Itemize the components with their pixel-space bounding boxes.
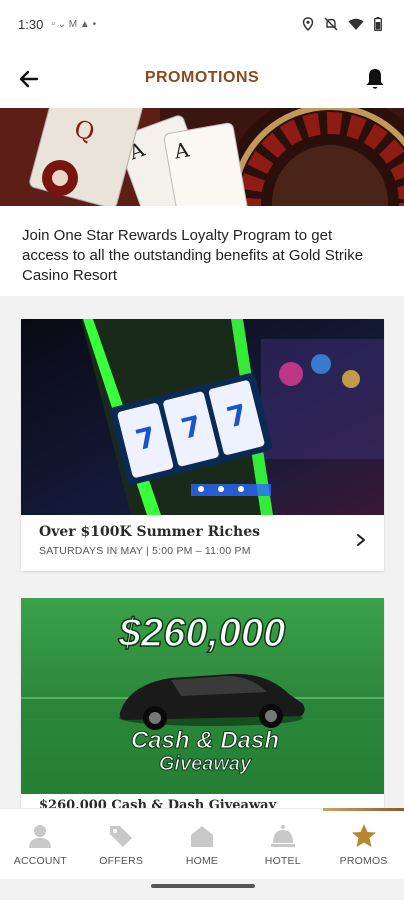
nav-label: PROMOS [339, 855, 388, 867]
nav-label: HOTEL [264, 855, 301, 867]
home-indicator[interactable] [151, 884, 255, 888]
car-giveaway-image: $260,000 Cash & Dash Giveaway [21, 598, 384, 794]
location-icon [302, 17, 314, 31]
image-prize-amount: $260,000 [118, 611, 286, 655]
back-arrow-icon [19, 70, 39, 88]
person-icon [29, 825, 52, 848]
back-button[interactable] [14, 64, 44, 94]
hero-banner-image: A A Q [0, 108, 404, 206]
promotion-title: Over $100K Summer Riches [39, 524, 261, 540]
star-icon [351, 824, 376, 847]
mute-icon [324, 17, 338, 31]
wifi-icon [348, 18, 364, 30]
nav-promos[interactable]: PROMOS [323, 808, 404, 879]
status-bar: 1:30 ▫ ⌄ M ▲ • [0, 0, 404, 48]
nav-label: HOME [185, 855, 219, 867]
bottom-navigation: ACCOUNT OFFERS HOME HOTEL PROMOS [0, 808, 404, 879]
loyalty-intro-text: Join One Star Rewards Loyalty Program to… [0, 206, 404, 296]
casino-cards-roulette-image: A A Q [0, 108, 404, 206]
bell-service-icon [270, 825, 295, 847]
status-right [302, 17, 382, 31]
slot-machine-image: 7 7 7 [21, 319, 384, 515]
page-title: PROMOTIONS [144, 69, 260, 86]
promotion-card-cash-dash[interactable]: $260,000 Cash & Dash Giveaway $260,000 C… [21, 598, 384, 813]
promotion-card-summer-riches[interactable]: 7 7 7 Over $100K Summer Riches SATURDAYS… [21, 319, 384, 571]
app-bar: PROMOTIONS [0, 48, 404, 108]
status-left: 1:30 ▫ ⌄ M ▲ • [18, 17, 96, 32]
notifications-button[interactable] [360, 64, 390, 94]
image-line-2: Giveaway [159, 753, 252, 775]
nav-offers[interactable]: OFFERS [81, 809, 162, 879]
nav-label: ACCOUNT [13, 855, 68, 867]
nav-hotel[interactable]: HOTEL [242, 809, 323, 879]
promotion-schedule: SATURDAYS IN MAY | 5:00 PM – 11:00 PM [39, 545, 251, 557]
chevron-right-icon [357, 534, 365, 546]
home-icon [190, 826, 213, 847]
nav-account[interactable]: ACCOUNT [0, 809, 81, 879]
nav-home[interactable]: HOME [162, 809, 243, 879]
status-time: 1:30 [18, 16, 44, 32]
image-line-1: Cash & Dash [131, 727, 279, 754]
tag-icon [110, 826, 133, 847]
nav-label: OFFERS [99, 855, 144, 867]
notification-icons: ▫ ⌄ M ▲ • [51, 18, 97, 30]
battery-icon [374, 17, 382, 31]
bell-icon [366, 69, 384, 89]
